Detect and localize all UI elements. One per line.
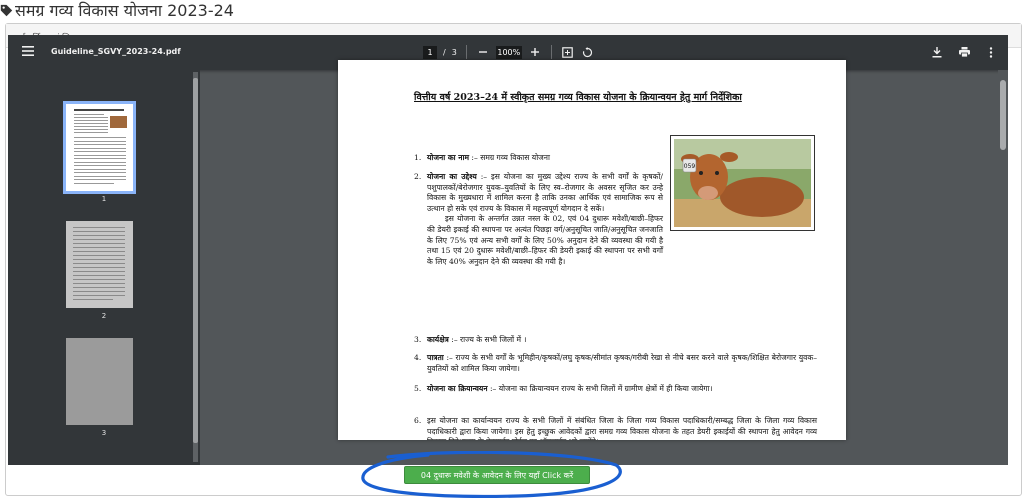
item-heading: योजना का उद्देश्य (427, 172, 477, 181)
thumbnail-label: 3 (101, 429, 107, 437)
menu-icon[interactable] (22, 46, 34, 56)
item-text-2: इस योजना के अन्तर्गत उन्नत नस्ल के 02, ए… (427, 214, 663, 266)
item-text: :– राज्य के सभी वर्गों के भूमिहीन/कृषकों… (427, 353, 817, 373)
ear-tag-text: 059 (684, 163, 696, 170)
zoom-out-icon[interactable] (476, 45, 490, 59)
toolbar-divider (550, 45, 552, 59)
thumbnail-page-2-preview (66, 221, 133, 308)
item-number: 4. (414, 353, 422, 362)
item-number: 1. (414, 153, 422, 162)
item-heading: पात्रता (427, 353, 444, 362)
item-heading: योजना का नाम (427, 153, 469, 162)
thumbnail-page-1-preview (66, 104, 133, 191)
zoom-in-icon[interactable] (528, 45, 542, 59)
more-icon[interactable] (984, 45, 998, 59)
print-icon[interactable] (957, 45, 971, 59)
tag-icon (0, 4, 13, 16)
page-separator: / (443, 47, 446, 57)
item-area: कार्यक्षेत्र :– राज्य के सभी जिलों में । (427, 335, 817, 346)
item-eligibility: पात्रता :– राज्य के सभी वर्गों के भूमिही… (427, 353, 817, 374)
rotate-icon[interactable] (581, 45, 595, 59)
thumbnail-page-2[interactable] (66, 221, 133, 308)
thumbnail-sidebar: 1 2 3 (8, 70, 200, 465)
item-objective: योजना का उद्देश्य :– इस योजना का मुख्य उ… (427, 172, 663, 267)
item-number: 6. (414, 416, 422, 425)
item-execution: इस योजना का कार्यान्वयन राज्य के सभी जिल… (427, 416, 817, 440)
pdf-filename: Guideline_SGVY_2023-24.pdf (51, 47, 181, 56)
item-heading: कार्यक्षेत्र (427, 335, 449, 344)
sidebar-scroll-thumb[interactable] (193, 78, 198, 443)
item-text: :– राज्य के सभी जिलों में । (451, 335, 527, 344)
download-icon[interactable] (930, 45, 944, 59)
item-text: :– समग्र गव्य विकास योजना (471, 153, 550, 162)
fit-page-icon[interactable] (561, 45, 575, 59)
sidebar-scrollbar[interactable] (193, 72, 198, 462)
toolbar-actions (930, 45, 998, 59)
page-zoom-controls: 1 / 3 100% (423, 43, 595, 61)
document-title: वित्तीय वर्ष 2023–24 में स्वीकृत समग्र ग… (414, 92, 742, 103)
document-scrollbar[interactable] (998, 70, 1008, 465)
calf-photo: 059 (670, 135, 815, 231)
pdf-page: वित्तीय वर्ष 2023–24 में स्वीकृत समग्र ग… (338, 60, 846, 440)
thumbnail-label: 1 (101, 195, 107, 203)
page-title-text: समग्र गव्य विकास योजना 2023-24 (15, 1, 234, 20)
apply-dairy-button[interactable]: 04 दुधारू मवेशी के आवेदन के लिए यहाँ Cli… (404, 466, 590, 484)
page-number-input[interactable]: 1 (423, 45, 437, 59)
page-title: समग्र गव्य विकास योजना 2023-24 (0, 0, 234, 20)
item-text: इस योजना का कार्यान्वयन राज्य के सभी जिल… (427, 416, 817, 440)
item-text: :– योजना का क्रियान्वयन राज्य के सभी जिल… (489, 384, 713, 393)
total-pages: 3 (451, 47, 457, 57)
calf-image: 059 (674, 139, 811, 227)
thumbnail-page-3[interactable] (66, 338, 133, 425)
item-number: 2. (414, 172, 422, 181)
thumbnail-label: 2 (101, 312, 107, 320)
thumbnail-page-1[interactable] (63, 101, 136, 194)
document-scroll-thumb[interactable] (1000, 80, 1006, 150)
item-implementation: योजना का क्रियान्वयन :– योजना का क्रियान… (427, 384, 817, 395)
item-number: 5. (414, 384, 422, 393)
item-number: 3. (414, 335, 422, 344)
toolbar-divider (465, 45, 467, 59)
item-heading: योजना का क्रियान्वयन (427, 384, 488, 393)
zoom-level[interactable]: 100% (495, 45, 522, 59)
